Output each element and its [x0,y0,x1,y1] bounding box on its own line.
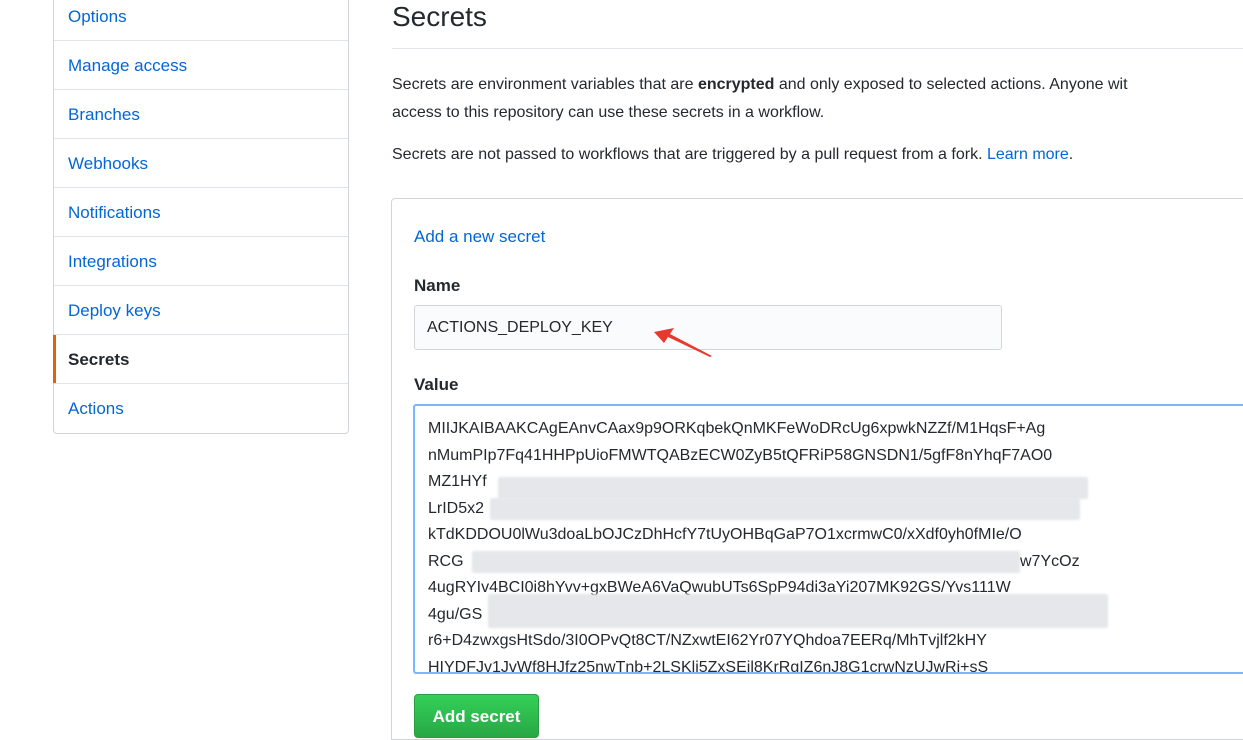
intro-bold-word: encrypted [697,76,775,93]
page-title: Secrets [392,1,487,32]
intro-paragraph-line2: access to this repository can use these … [392,104,825,121]
fork-note: Secrets are not passed to workflows that… [392,142,1243,168]
value-line-text: RCG [428,552,464,570]
value-line-tail: w7YcOz [1020,552,1080,570]
sidebar-item-actions[interactable]: Actions [54,384,348,433]
sidebar-item-integrations[interactable]: Integrations [54,237,348,286]
fork-note-period: . [1068,146,1074,163]
sidebar-item-secrets[interactable]: Secrets [53,335,348,384]
redaction-blur [472,550,1020,573]
value-line: HIYDFJv1JvWf8HJfz25nwTnb+2LSKli5ZxSEil8K… [428,658,989,674]
intro-text-end: and only exposed to selected actions. An… [774,76,1128,93]
value-line: LrID5x2 [428,496,1243,523]
value-line: RCG w7YcOz [428,549,1243,576]
value-line-text: 4gu/GS [428,605,483,623]
value-line-text: LrID5x2 [428,499,485,517]
sidebar-item-options[interactable]: Options [54,0,348,41]
add-secret-button[interactable]: Add secret [414,694,539,738]
name-label: Name [414,276,461,295]
value-line: nMumPIp7Fq41HHPpUioFMWTQABzECW0ZyB5tQFRi… [428,446,1053,464]
sidebar-item-manage-access[interactable]: Manage access [54,41,348,90]
sidebar-item-webhooks[interactable]: Webhooks [54,139,348,188]
intro-paragraph: Secrets are environment variables that a… [392,72,1243,98]
annotation-arrow-icon [654,328,712,357]
sidebar-item-branches[interactable]: Branches [54,90,348,139]
value-label: Value [414,375,459,394]
value-line: 4gu/GS [428,593,1243,629]
add-secret-heading: Add a new secret [414,227,546,246]
title-divider [392,48,1243,49]
value-line: MZ1HYf [428,469,1243,499]
intro-text-start: Secrets are environment variables that a… [392,76,698,93]
redaction-blur [488,593,1108,628]
learn-more-link[interactable]: Learn more [987,146,1069,163]
value-line-text: MZ1HYf [428,473,487,490]
secret-value-textarea[interactable]: MIIJKAIBAAKCAgEAnvCAax9p9ORKqbekQnMKFeWo… [413,404,1243,674]
value-line: MIIJKAIBAAKCAgEAnvCAax9p9ORKqbekQnMKFeWo… [428,420,1046,437]
settings-sidebar: Options Manage access Branches Webhooks … [53,0,349,434]
sidebar-item-deploy-keys[interactable]: Deploy keys [54,286,348,335]
redaction-blur [490,497,1080,520]
sidebar-item-notifications[interactable]: Notifications [54,188,348,237]
value-line: kTdKDDOU0lWu3doaLbOJCzDhHcfY7tUyOHBqGaP7… [428,526,1022,543]
fork-note-text: Secrets are not passed to workflows that… [392,146,987,163]
value-line: r6+D4zwxgsHtSdo/3I0OPvQt8CT/NZxwtEI62Yr0… [428,632,987,649]
